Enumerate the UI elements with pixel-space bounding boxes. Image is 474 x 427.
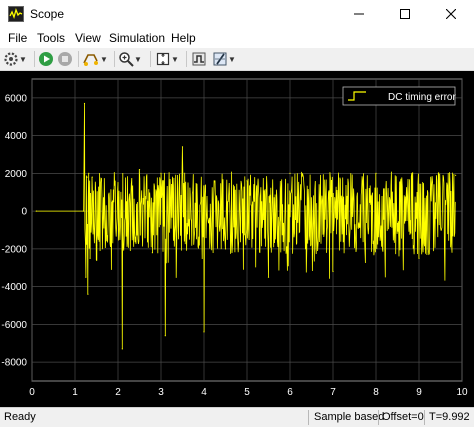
x-tick-label: 6 <box>287 387 293 398</box>
y-tick-label: -2000 <box>1 244 27 255</box>
autoscale-button[interactable]: ▼ <box>155 50 179 68</box>
scope-display[interactable]: 0 1 2 3 4 5 6 7 8 9 10 6000 4000 2000 0 -2000 -4000 -6000… <box>0 71 474 407</box>
data-point <box>89 257 91 259</box>
status-ready: Ready <box>4 411 36 423</box>
y-tick-label: 6000 <box>5 93 28 104</box>
menu-view[interactable]: View <box>75 31 101 45</box>
settings-icon <box>4 52 18 66</box>
x-tick-label: 1 <box>72 387 78 398</box>
data-point <box>375 172 377 174</box>
close-button[interactable] <box>428 0 474 28</box>
toolbar-separator <box>114 51 115 67</box>
menu-simulation[interactable]: Simulation <box>109 31 165 45</box>
data-point <box>121 348 123 350</box>
cursor-measurements-button[interactable]: ▼ <box>212 50 236 68</box>
status-separator <box>378 410 379 425</box>
legend-label: DC timing error <box>388 92 456 103</box>
measure-dropdown-icon: ▼ <box>228 54 236 64</box>
x-tick-label: 5 <box>244 387 250 398</box>
maximize-button[interactable] <box>382 0 428 28</box>
y-tick-label: 0 <box>21 207 27 218</box>
data-point <box>95 244 98 246</box>
x-tick-label: 3 <box>158 387 164 398</box>
autoscale-icon <box>156 52 170 66</box>
data-point <box>83 102 86 105</box>
data-point <box>455 174 457 176</box>
toolbar-separator <box>186 51 187 67</box>
data-point <box>85 276 87 278</box>
zoom-button[interactable]: ▼ <box>118 50 142 68</box>
data-point <box>151 252 153 254</box>
y-tick-label: 4000 <box>5 131 28 142</box>
data-point <box>203 331 205 333</box>
highlight-button[interactable]: ▼ <box>82 50 108 68</box>
menu-file[interactable]: File <box>8 31 27 45</box>
data-point <box>138 169 141 171</box>
data-point <box>91 176 93 178</box>
data-point <box>35 210 37 212</box>
triggers-icon <box>192 52 206 66</box>
settings-button[interactable]: ▼ <box>3 50 27 68</box>
minimize-button[interactable] <box>336 0 382 28</box>
status-offset: Offset=0 <box>382 411 424 423</box>
data-point <box>160 172 162 174</box>
close-icon <box>446 9 456 19</box>
x-tick-label: 9 <box>416 387 422 398</box>
status-separator <box>308 410 309 425</box>
data-point <box>332 270 334 273</box>
cursor-measure-icon <box>213 52 227 66</box>
highlight-dropdown-icon: ▼ <box>100 54 108 64</box>
data-point <box>418 257 420 259</box>
data-point <box>164 335 166 337</box>
data-point <box>87 293 89 295</box>
menu-help[interactable]: Help <box>171 31 196 45</box>
x-tick-label: 4 <box>201 387 207 398</box>
title-bar: Scope <box>0 0 474 28</box>
triggers-button[interactable] <box>191 50 207 68</box>
status-bar: Ready Sample based Offset=0 T=9.992 <box>0 407 474 427</box>
minimize-icon <box>354 13 364 15</box>
menu-bar: File Tools View Simulation Help <box>0 28 474 48</box>
zoom-dropdown-icon: ▼ <box>134 54 142 64</box>
data-point <box>83 210 85 212</box>
y-tick-label: -4000 <box>1 282 27 293</box>
plot-canvas[interactable]: 0 1 2 3 4 5 6 7 8 9 10 6000 4000 2000 0 -2000 -4000 -6000… <box>0 71 474 407</box>
data-point <box>246 180 248 182</box>
zoom-icon <box>119 52 134 67</box>
data-point <box>88 172 90 174</box>
toolbar: ▼ ▼ ▼ ▼ ▼ <box>0 48 474 71</box>
highlight-icon <box>83 54 98 66</box>
settings-dropdown-icon: ▼ <box>19 54 27 64</box>
y-tick-label: -6000 <box>1 320 27 331</box>
menu-tools[interactable]: Tools <box>37 31 65 45</box>
x-tick-label: 10 <box>456 387 468 398</box>
x-tick-label: 0 <box>29 387 35 398</box>
toolbar-separator <box>150 51 151 67</box>
status-separator <box>424 410 425 425</box>
toolbar-separator <box>78 51 79 67</box>
y-tick-label: -8000 <box>1 358 27 369</box>
data-point <box>267 276 270 278</box>
maximize-icon <box>400 9 410 19</box>
y-tick-label: 2000 <box>5 169 28 180</box>
x-tick-label: 8 <box>373 387 379 398</box>
data-point <box>289 172 291 174</box>
data-point <box>181 146 184 148</box>
status-time: T=9.992 <box>429 411 470 423</box>
data-point <box>117 182 119 184</box>
x-tick-label: 2 <box>115 387 121 398</box>
run-icon <box>39 52 53 66</box>
stop-icon <box>58 52 72 66</box>
scope-app-icon <box>8 6 24 22</box>
x-tick-label: 7 <box>330 387 336 398</box>
data-point <box>224 248 227 250</box>
data-point <box>86 176 88 178</box>
stop-button[interactable] <box>57 50 73 68</box>
window-title: Scope <box>30 7 65 21</box>
legend[interactable]: DC timing error <box>342 86 456 106</box>
run-button[interactable] <box>38 50 54 68</box>
toolbar-separator <box>34 51 35 67</box>
status-sample-mode: Sample based <box>314 411 385 423</box>
autoscale-dropdown-icon: ▼ <box>171 54 179 64</box>
